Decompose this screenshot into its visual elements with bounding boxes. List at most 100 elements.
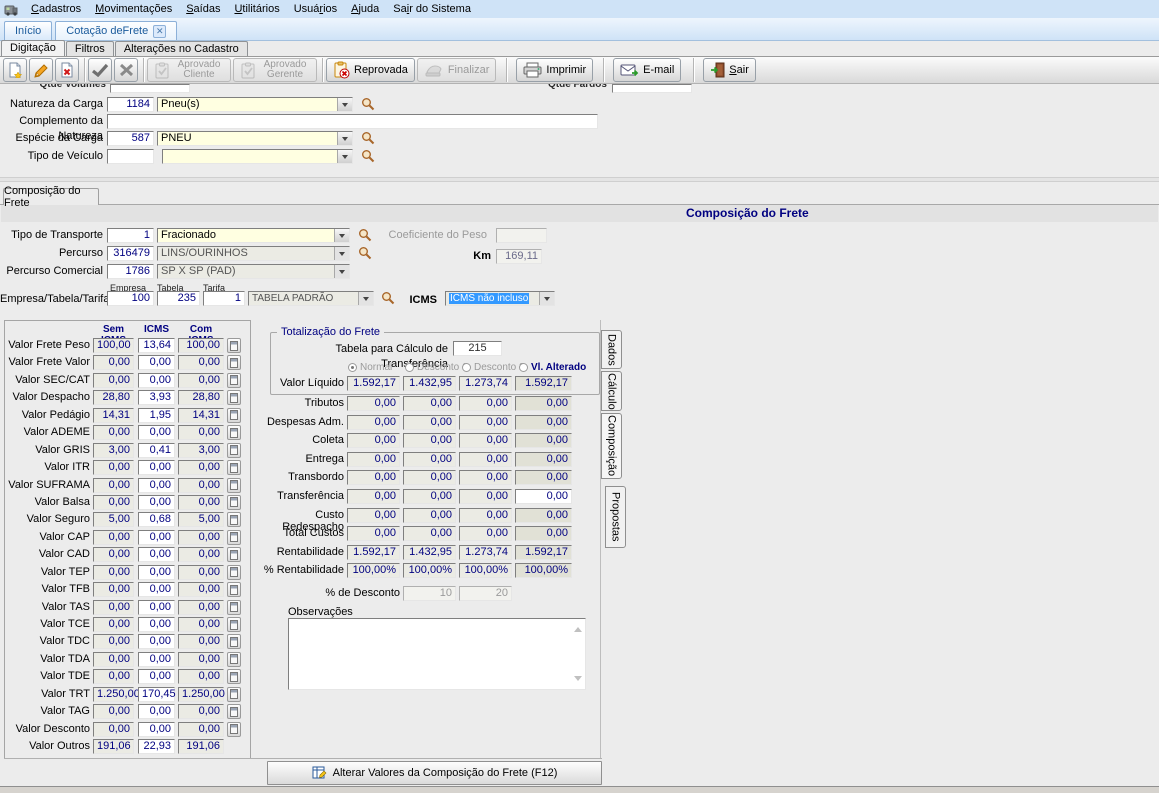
especie-carga-code-field[interactable]: 587 (107, 131, 154, 146)
price-mode-radio[interactable]: Desconto 1 (405, 362, 468, 373)
value-desconto1-field[interactable]: 0,00 (403, 488, 456, 504)
value-desconto1-field[interactable]: 0,00 (403, 451, 456, 467)
com-icms-field[interactable]: 0,00 (178, 634, 224, 650)
email-button[interactable]: E-mail (613, 58, 682, 82)
com-icms-field[interactable]: 0,00 (178, 704, 224, 720)
value-desconto1-field[interactable]: 0,00 (403, 470, 456, 486)
desconto1-percent-field[interactable]: 10 (403, 586, 456, 601)
tab-propostas[interactable]: Propostas (605, 486, 626, 548)
imprimir-button[interactable]: Imprimir (516, 58, 594, 82)
complemento-natureza-field[interactable] (107, 114, 598, 129)
value-normal-field[interactable]: 100,00% (347, 563, 400, 579)
percurso-code-field[interactable]: 316479 (107, 246, 154, 261)
sem-icms-field[interactable]: 191,06 (93, 739, 134, 755)
edit-record-button[interactable] (29, 58, 53, 82)
com-icms-field[interactable]: 0,00 (178, 477, 224, 493)
chevron-down-icon[interactable] (539, 292, 554, 305)
tipo-veiculo-combo[interactable] (162, 149, 353, 164)
value-desconto1-field[interactable]: 0,00 (403, 414, 456, 430)
sem-icms-field[interactable]: 100,00 (93, 338, 134, 353)
calculator-button[interactable] (227, 582, 241, 598)
value-alterado-field[interactable]: 0,00 (515, 396, 572, 411)
icms-field[interactable]: 170,45 (138, 686, 176, 702)
com-icms-field[interactable]: 0,00 (178, 669, 224, 685)
sem-icms-field[interactable]: 0,00 (93, 477, 134, 493)
tabela-transferencia-field[interactable]: 215 (453, 341, 502, 356)
close-icon[interactable]: ✕ (153, 24, 167, 38)
com-icms-field[interactable]: 191,06 (178, 739, 224, 755)
sem-icms-field[interactable]: 3,00 (93, 442, 134, 458)
chevron-down-icon[interactable] (334, 229, 349, 242)
menu-item[interactable]: Usuários (287, 1, 344, 17)
menu-item[interactable]: Saídas (179, 1, 227, 17)
value-desconto2-field[interactable]: 0,00 (459, 470, 512, 486)
menu-item[interactable]: Cadastros (24, 1, 88, 17)
coeficiente-peso-field[interactable] (496, 228, 547, 243)
icms-field[interactable]: 0,00 (138, 721, 175, 737)
chevron-down-icon[interactable] (337, 150, 352, 163)
valor-liquido-normal[interactable]: 1.592,17 (347, 376, 400, 391)
tipo-transporte-code-field[interactable]: 1 (107, 228, 154, 243)
confirm-button[interactable] (88, 58, 112, 82)
com-icms-field[interactable]: 0,00 (178, 582, 224, 598)
value-desconto1-field[interactable]: 0,00 (403, 526, 456, 542)
value-normal-field[interactable]: 0,00 (347, 433, 400, 449)
especie-carga-combo[interactable]: PNEU (157, 131, 353, 146)
calculator-button[interactable] (227, 599, 241, 615)
com-icms-field[interactable]: 0,00 (178, 599, 224, 615)
delete-record-button[interactable] (55, 58, 79, 82)
value-desconto1-field[interactable]: 1.432,95 (403, 544, 456, 560)
empresa-field[interactable]: 100 (107, 291, 154, 306)
com-icms-field[interactable]: 0,00 (178, 372, 224, 388)
especie-search-icon[interactable] (361, 131, 375, 145)
icms-field[interactable]: 0,00 (138, 704, 175, 720)
calculator-button[interactable] (227, 721, 241, 737)
sem-icms-field[interactable]: 0,00 (93, 547, 134, 563)
sem-icms-field[interactable]: 0,00 (93, 460, 134, 476)
reprovada-button[interactable]: Reprovada (326, 58, 415, 82)
tab-inicio[interactable]: Início (4, 21, 53, 40)
percurso-combo[interactable]: LINS/OURINHOS (157, 246, 350, 261)
icms-field[interactable]: 0,00 (138, 669, 175, 685)
value-desconto1-field[interactable]: 100,00% (403, 563, 456, 579)
icms-field[interactable]: 0,00 (138, 425, 175, 441)
value-desconto1-field[interactable]: 0,00 (403, 396, 456, 411)
icms-field[interactable]: 0,00 (138, 651, 175, 667)
calculator-button[interactable] (227, 338, 241, 353)
value-desconto2-field[interactable]: 0,00 (459, 507, 512, 523)
tabela-nome-combo[interactable]: TABELA PADRÃO (248, 291, 374, 306)
valor-liquido-alterado[interactable]: 1.592,17 (515, 376, 572, 391)
tab-composicao[interactable]: Composição (601, 413, 622, 479)
sem-icms-field[interactable]: 0,00 (93, 372, 134, 388)
sair-button[interactable]: Sair (703, 58, 756, 82)
tabela-search-icon[interactable] (381, 291, 395, 305)
icms-combo[interactable]: ICMS não incluso (445, 291, 555, 306)
icms-field[interactable]: 3,93 (138, 390, 175, 406)
com-icms-field[interactable]: 5,00 (178, 512, 224, 528)
tab-filtros[interactable]: Filtros (65, 41, 114, 56)
sem-icms-field[interactable]: 0,00 (93, 669, 134, 685)
calculator-button[interactable] (227, 442, 241, 458)
value-desconto2-field[interactable]: 0,00 (459, 526, 512, 542)
tab-composicao-frete[interactable]: Composição do Frete (3, 185, 99, 209)
tab-calculo[interactable]: Cálculo (601, 371, 622, 411)
sem-icms-field[interactable]: 0,00 (93, 704, 134, 720)
menu-item[interactable]: Movimentações (88, 1, 179, 17)
sem-icms-field[interactable]: 0,00 (93, 599, 134, 615)
icms-field[interactable]: 0,00 (138, 634, 175, 650)
value-alterado-field[interactable]: 0,00 (515, 488, 572, 504)
chevron-down-icon[interactable] (337, 132, 352, 145)
value-alterado-field[interactable]: 100,00% (515, 563, 572, 579)
calculator-button[interactable] (227, 564, 241, 580)
calculator-button[interactable] (227, 686, 241, 702)
calculator-button[interactable] (227, 407, 241, 423)
icms-field[interactable]: 0,00 (138, 494, 175, 510)
com-icms-field[interactable]: 0,00 (178, 721, 224, 737)
icms-field[interactable]: 0,00 (138, 547, 175, 563)
calculator-button[interactable] (227, 372, 241, 388)
icms-field[interactable]: 0,00 (138, 529, 175, 545)
tab-alteracoes-cadastro[interactable]: Alterações no Cadastro (114, 41, 248, 56)
km-field[interactable]: 169,11 (496, 249, 542, 264)
scroll-up-icon[interactable] (574, 623, 582, 632)
value-normal-field[interactable]: 0,00 (347, 396, 400, 411)
